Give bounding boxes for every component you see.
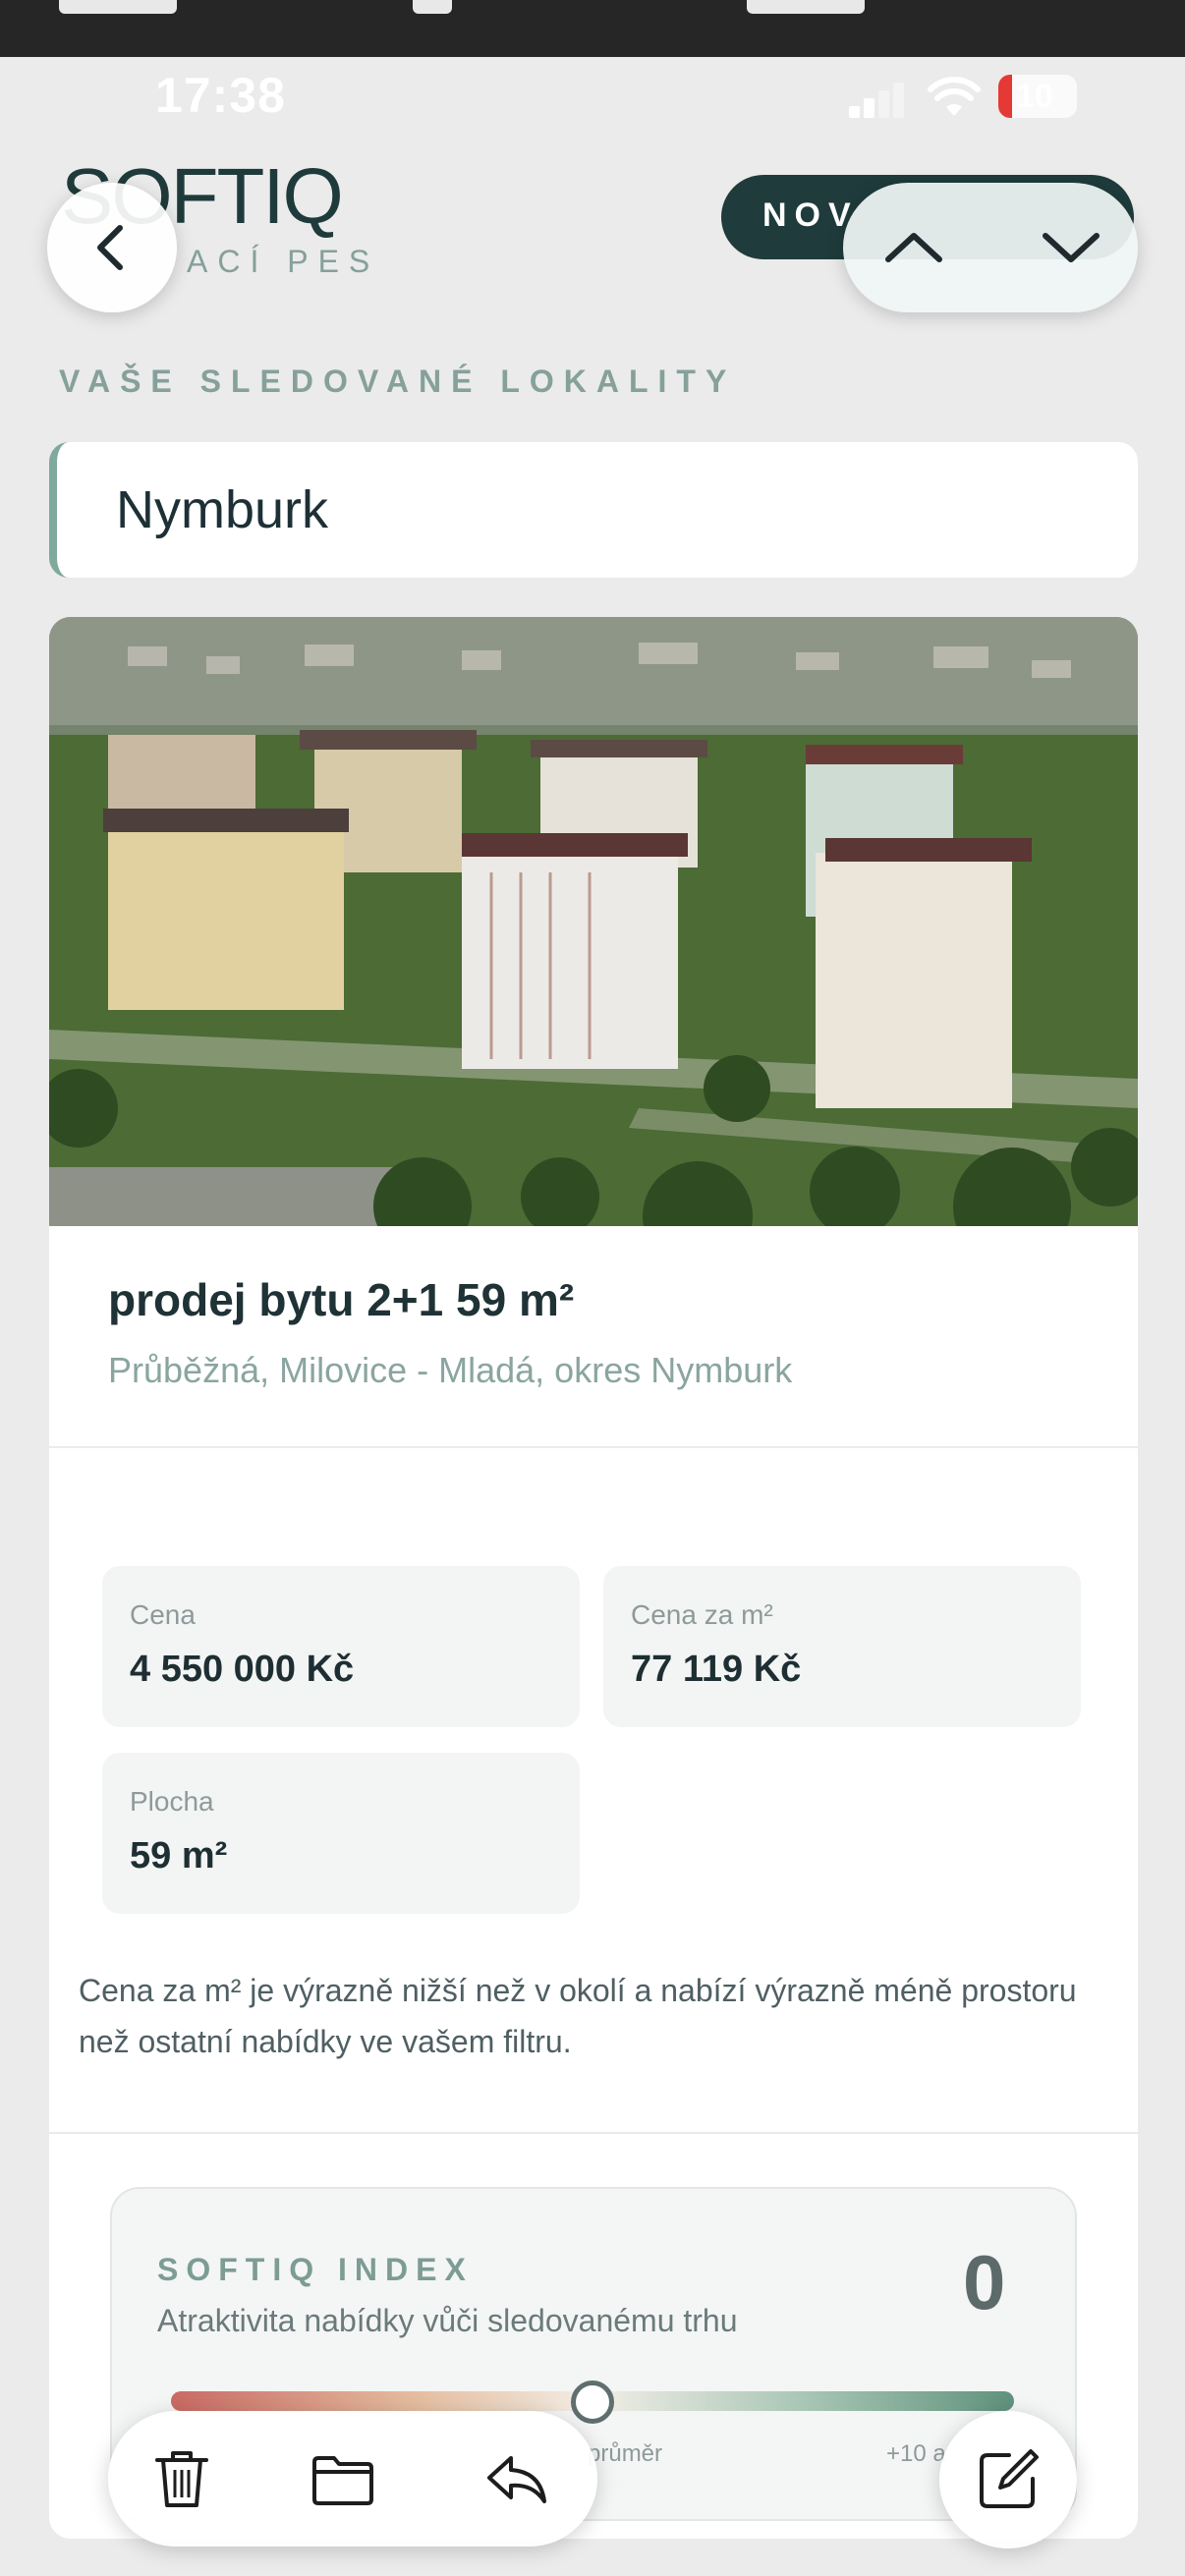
listing-address: Průběžná, Milovice - Mladá, okres Nymbur… [108, 1350, 793, 1390]
gauge-right-label: +10 a [886, 2440, 946, 2467]
index-title: SOFTIQ INDEX [157, 2252, 474, 2287]
stat-value: 4 550 000 Kč [130, 1649, 355, 1690]
logo-tagline: ACÍ PES [187, 244, 380, 279]
prev-next-control [843, 183, 1138, 312]
listing-photo [49, 617, 1138, 1226]
signal-icon [849, 83, 906, 118]
compose-button[interactable] [939, 2411, 1077, 2548]
stat-value: 59 m² [130, 1835, 228, 1876]
section-title: VAŠE SLEDOVANÉ LOKALITY [59, 364, 737, 399]
new-offers-label: NOV [762, 196, 859, 234]
top-browser-strip [0, 0, 1185, 57]
index-value: 0 [963, 2239, 1006, 2325]
battery-icon: 10 [998, 75, 1077, 118]
index-subtitle: Atraktivita nabídky vůči sledovanému trh… [157, 2303, 738, 2338]
app-screen: 17:38 10 SOFTIQ ACÍ PES NOV VAŠE SLEDOVA… [0, 57, 1185, 2576]
back-button[interactable] [47, 183, 177, 312]
chevron-down-icon[interactable] [1040, 216, 1102, 279]
chevron-up-icon[interactable] [882, 216, 945, 279]
location-name: Nymburk [116, 480, 329, 539]
stat-area: Plocha 59 m² [102, 1753, 580, 1914]
listing-description: Cena za m² je výrazně nižší než v okolí … [79, 1973, 1077, 2059]
divider [49, 2132, 1138, 2134]
folder-icon[interactable] [309, 2444, 377, 2513]
compose-icon [980, 2449, 1039, 2508]
wifi-icon [928, 77, 981, 116]
reply-icon[interactable] [481, 2444, 550, 2513]
gauge-knob [571, 2380, 614, 2424]
listing-card[interactable]: prodej bytu 2+1 59 m² Průběžná, Milovice… [49, 617, 1138, 2539]
bottom-toolbar [108, 2411, 597, 2547]
location-card[interactable]: Nymburk [49, 442, 1138, 578]
gauge-mid-label: průměr [588, 2440, 663, 2467]
battery-level: 10 [1016, 78, 1053, 115]
chevron-left-icon [97, 225, 123, 270]
stat-price-per-m2: Cena za m² 77 119 Kč [603, 1566, 1081, 1727]
stat-value: 77 119 Kč [631, 1649, 802, 1690]
trash-icon[interactable] [147, 2444, 216, 2513]
stat-price: Cena 4 550 000 Kč [102, 1566, 580, 1727]
stat-label: Plocha [130, 1786, 214, 1817]
divider [49, 1446, 1138, 1448]
stat-label: Cena za m² [631, 1599, 773, 1630]
stat-label: Cena [130, 1599, 196, 1630]
status-time: 17:38 [155, 68, 286, 123]
listing-title: prodej bytu 2+1 59 m² [108, 1274, 575, 1325]
